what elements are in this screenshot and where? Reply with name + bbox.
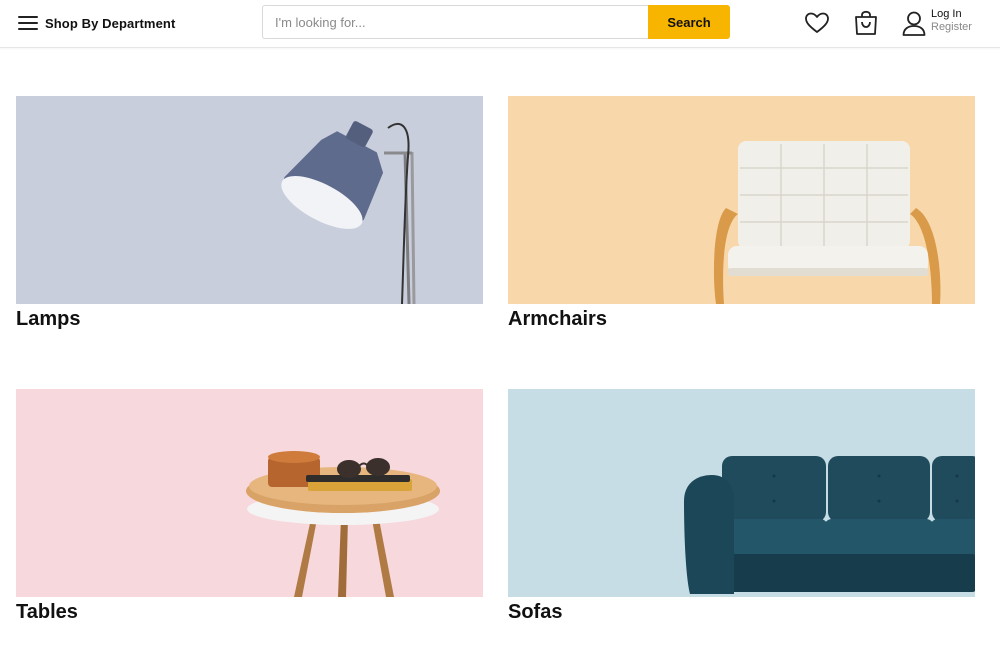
user-icon[interactable] — [900, 9, 928, 37]
category-card-sofas[interactable]: Sofas — [508, 389, 975, 624]
account-links: Log In Register — [931, 8, 972, 34]
search-input[interactable] — [262, 5, 648, 39]
category-label-tables[interactable]: Tables — [16, 600, 483, 624]
search-button[interactable]: Search — [648, 5, 730, 39]
site-header: Shop By Department Search Log In Registe… — [0, 0, 1000, 48]
shop-by-department-button[interactable]: Shop By Department — [18, 12, 175, 34]
category-card-tables[interactable]: Tables — [16, 389, 483, 624]
category-label-armchairs[interactable]: Armchairs — [508, 307, 975, 331]
category-label-sofas[interactable]: Sofas — [508, 600, 975, 624]
menu-icon — [18, 16, 38, 30]
lamps-banner-image[interactable] — [16, 96, 483, 304]
sofas-banner-image[interactable] — [508, 389, 975, 597]
category-label-lamps[interactable]: Lamps — [16, 307, 483, 331]
shopping-bag-icon[interactable] — [852, 9, 880, 37]
category-card-lamps[interactable]: Lamps — [16, 96, 483, 331]
heart-icon[interactable] — [803, 9, 831, 37]
category-card-armchairs[interactable]: Armchairs — [508, 96, 975, 331]
armchairs-banner-image[interactable] — [508, 96, 975, 304]
login-link[interactable]: Log In — [931, 8, 972, 21]
search-bar: Search — [262, 5, 730, 39]
tables-banner-image[interactable] — [16, 389, 483, 597]
register-link[interactable]: Register — [931, 21, 972, 34]
department-label: Shop By Department — [45, 15, 176, 31]
